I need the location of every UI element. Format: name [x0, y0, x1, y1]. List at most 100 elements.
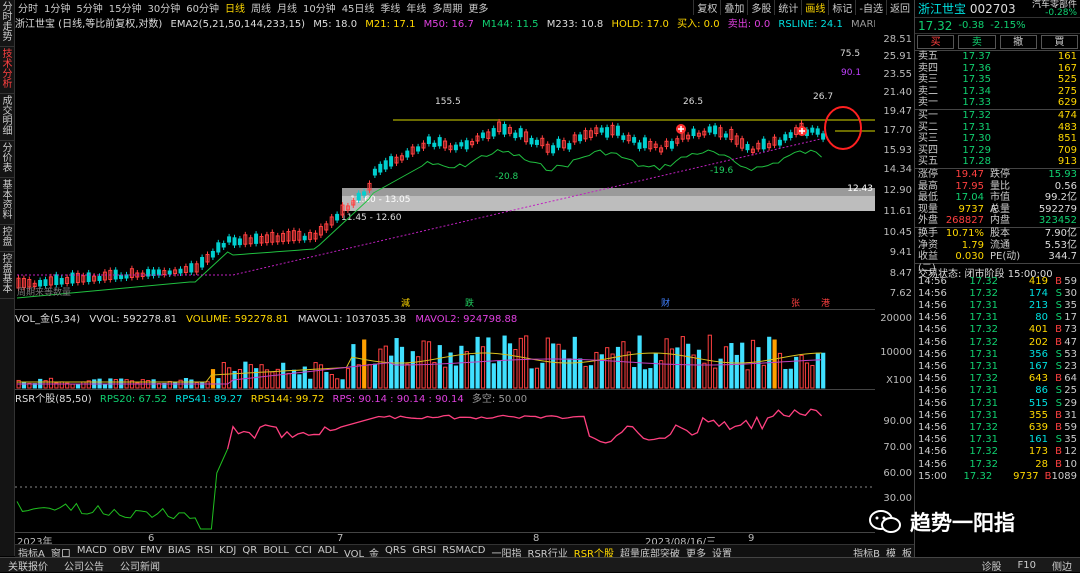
candle-body: [777, 139, 782, 146]
volume-bar: [626, 351, 631, 389]
volume-bar: [210, 369, 216, 389]
quote-row: 外盘 268827 内盘 323452: [915, 215, 1080, 227]
period-2[interactable]: 5分钟: [73, 0, 105, 15]
tick-count: 23: [1064, 361, 1077, 372]
trade-button-1[interactable]: 卖: [958, 35, 996, 49]
indicator-tab-9[interactable]: BOLL: [260, 545, 292, 557]
status-link-4[interactable]: F10: [1010, 560, 1044, 571]
tick-time: 14:56: [918, 397, 947, 409]
period-0[interactable]: 分时: [15, 0, 41, 15]
period-1[interactable]: 1分钟: [41, 0, 73, 15]
tick-count: 17: [1064, 312, 1077, 324]
rsr-red-line: [226, 408, 823, 450]
candle-body: [426, 136, 431, 145]
period-14[interactable]: 更多: [465, 0, 491, 15]
indicator-tab-0[interactable]: 指标A: [15, 545, 48, 560]
price-tick: 7.62: [889, 288, 912, 299]
tick-price: 17.32: [969, 336, 998, 348]
indicator-tab-12[interactable]: VOL_金: [341, 545, 382, 560]
quote-label: 内盘: [990, 215, 1010, 227]
status-link-3[interactable]: 诊股: [974, 558, 1010, 573]
trade-button-3[interactable]: 買: [1040, 35, 1078, 49]
tool-4[interactable]: 画线: [801, 0, 828, 15]
period-7[interactable]: 周线: [248, 0, 274, 15]
indicator-tab-6[interactable]: RSI: [194, 545, 216, 557]
book-price: 17.28: [962, 156, 991, 168]
candle-body: [119, 274, 124, 279]
indicator-tab-2[interactable]: MACD: [74, 545, 110, 557]
volume-bar: [551, 343, 556, 389]
period-12[interactable]: 年线: [403, 0, 429, 15]
left-tab-1[interactable]: 技术分析: [0, 47, 15, 94]
volume-bar: [686, 343, 691, 389]
indicator-tab-14[interactable]: GRSI: [409, 545, 439, 557]
volume-bar: [48, 377, 54, 389]
status-link-0[interactable]: 关联报价: [0, 558, 56, 573]
volume-bar: [804, 362, 810, 389]
tick-list: 14:56 17.32 419 B 59 14:56 17.32 174 S 30 14:56 17.…: [915, 276, 1080, 483]
tool-1[interactable]: 叠加: [720, 0, 747, 15]
period-11[interactable]: 季线: [377, 0, 403, 15]
left-tab-3[interactable]: 分价表: [0, 141, 15, 178]
indicator-tab-7[interactable]: KDJ: [216, 545, 239, 557]
tick-side: B: [1055, 336, 1062, 348]
tool-2[interactable]: 多股: [747, 0, 774, 15]
volume-chart[interactable]: [15, 320, 875, 390]
indicator-tab-5[interactable]: BIAS: [165, 545, 194, 557]
volume-bar: [578, 358, 583, 389]
bottom-right-0[interactable]: 指标B: [850, 545, 883, 560]
tick-volume: 401: [1028, 324, 1048, 336]
indicator-tab-18[interactable]: RSR个股: [571, 545, 617, 560]
period-4[interactable]: 30分钟: [144, 0, 183, 15]
tool-0[interactable]: 复权: [693, 0, 720, 15]
date-label: 6: [148, 533, 155, 544]
indicator-tab-15[interactable]: RSMACD: [439, 545, 488, 557]
indicator-tab-10[interactable]: CCI: [292, 545, 315, 557]
book-volume: 525: [1057, 74, 1077, 86]
left-tab-6[interactable]: 控盘基本: [0, 252, 15, 299]
indicator-tab-11[interactable]: ADL: [315, 545, 341, 557]
period-13[interactable]: 多周期: [429, 0, 465, 15]
tick-row: 14:56 17.31 355 B 31: [915, 410, 1080, 422]
period-3[interactable]: 15分钟: [106, 0, 145, 15]
indicator-tab-1[interactable]: 窗口: [48, 545, 74, 560]
status-link-2[interactable]: 公司新闻: [112, 558, 168, 573]
indicator-tab-8[interactable]: QR: [239, 545, 260, 557]
rsr-chart[interactable]: [15, 401, 875, 532]
quote-label: 最高: [918, 180, 938, 192]
trade-button-0[interactable]: 买: [917, 35, 955, 49]
indicator-tab-19[interactable]: 超量底部突破: [617, 545, 683, 560]
period-5[interactable]: 60分钟: [183, 0, 222, 15]
status-link-5[interactable]: 侧边: [1044, 558, 1080, 573]
trade-button-2[interactable]: 撤: [999, 35, 1037, 49]
period-8[interactable]: 月线: [274, 0, 300, 15]
left-tab-4[interactable]: 基本资料: [0, 178, 15, 225]
status-link-1[interactable]: 公司公告: [56, 558, 112, 573]
indicator-tab-13[interactable]: QRS: [382, 545, 409, 557]
indicator-tab-3[interactable]: OBV: [110, 545, 137, 557]
indicator-tab-21[interactable]: 设置: [709, 545, 735, 560]
tool-5[interactable]: 标记: [828, 0, 855, 15]
kline-chart[interactable]: 12.60 - 13.0511.45 - 12.6012.43155.5 26.5…: [15, 30, 875, 310]
indicator-tab-17[interactable]: RSR行业: [525, 545, 571, 560]
indicator-tab-20[interactable]: 更多: [683, 545, 709, 560]
bottom-right-2[interactable]: 板: [899, 545, 915, 560]
left-tab-0[interactable]: 分时走势: [0, 0, 15, 47]
tick-volume: 28: [1035, 458, 1048, 470]
left-tab-2[interactable]: 成交明细: [0, 94, 15, 141]
quote-row: 换手 10.71% 股本 7.90亿: [915, 228, 1080, 240]
period-6[interactable]: 日线: [222, 0, 248, 15]
tool-3[interactable]: 统计: [774, 0, 801, 15]
tool-7[interactable]: 返回: [886, 0, 913, 15]
tick-volume: 643: [1028, 373, 1048, 385]
indicator-tab-16[interactable]: 一阳指: [489, 545, 525, 560]
indicator-tab-4[interactable]: EMV: [137, 545, 165, 557]
candle-body: [534, 139, 539, 145]
tick-volume: 419: [1028, 275, 1048, 287]
price-annotation: -20.8: [495, 172, 519, 182]
tool-6[interactable]: -自选: [855, 0, 886, 15]
period-10[interactable]: 45日线: [339, 0, 378, 15]
period-9[interactable]: 10分钟: [300, 0, 339, 15]
left-tab-5[interactable]: 控盘: [0, 225, 15, 252]
bottom-right-1[interactable]: 模: [883, 545, 899, 560]
